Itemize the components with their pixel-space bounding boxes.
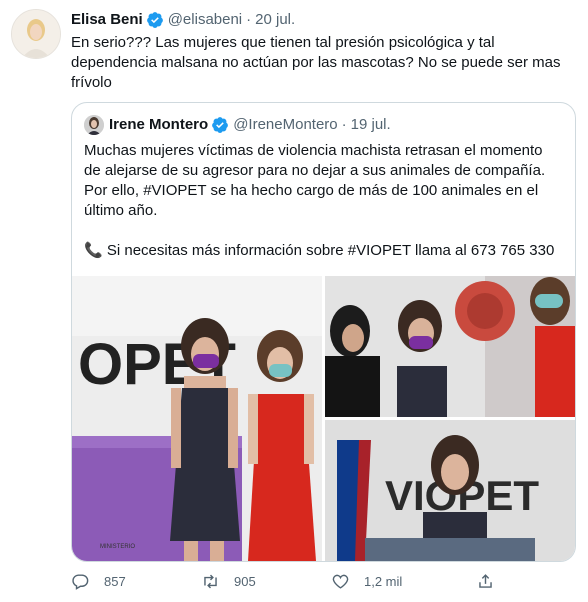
tweet-actions: 857 905 1,2 mil <box>71 569 511 593</box>
verified-badge-icon <box>146 11 164 29</box>
tweet[interactable]: Elisa Beni @elisabeni · 20 jul. En serio… <box>0 0 588 602</box>
author-avatar[interactable] <box>11 9 61 59</box>
separator-dot: · <box>246 11 252 28</box>
like-button[interactable]: 1,2 mil <box>331 569 402 593</box>
share-icon <box>479 573 492 588</box>
retweet-button[interactable]: 905 <box>201 569 256 593</box>
photo-grid: OPET MINISTERIO VIOPET <box>72 276 575 561</box>
quoted-author-name[interactable]: Irene Montero <box>109 115 208 135</box>
retweet-count: 905 <box>234 573 256 589</box>
quoted-author-avatar <box>84 115 104 135</box>
author-handle[interactable]: @elisabeni <box>168 10 242 30</box>
tweet-date[interactable]: 20 jul. <box>255 10 295 30</box>
quoted-tweet-header: Irene Montero @IreneMontero · 19 jul. <box>84 115 391 135</box>
quoted-verified-badge-icon <box>211 116 229 134</box>
reply-count: 857 <box>104 573 126 589</box>
quoted-author-handle[interactable]: @IreneMontero <box>233 115 337 135</box>
photo-2[interactable] <box>325 276 575 417</box>
quoted-tweet-text: Muchas mujeres víctimas de violencia mac… <box>84 142 555 259</box>
author-avatar-image <box>12 10 60 58</box>
photo-caption: MINISTERIO <box>100 544 135 550</box>
reply-button[interactable]: 857 <box>71 569 126 593</box>
photo-3[interactable]: VIOPET <box>325 420 575 561</box>
author-name[interactable]: Elisa Beni <box>71 10 143 30</box>
retweet-icon <box>204 574 217 588</box>
reply-icon <box>72 573 89 590</box>
quoted-tweet[interactable]: Irene Montero @IreneMontero · 19 jul. Mu… <box>71 102 576 562</box>
share-button[interactable] <box>476 569 495 593</box>
tweet-text: En serio??? Las mujeres que tienen tal p… <box>71 34 561 91</box>
quoted-separator-dot: · <box>341 116 347 133</box>
like-count: 1,2 mil <box>364 573 403 589</box>
heart-icon <box>332 574 349 589</box>
tweet-header: Elisa Beni @elisabeni · 20 jul. <box>71 10 295 30</box>
quoted-tweet-date[interactable]: 19 jul. <box>351 115 391 135</box>
photo-1[interactable]: OPET MINISTERIO <box>72 276 322 561</box>
